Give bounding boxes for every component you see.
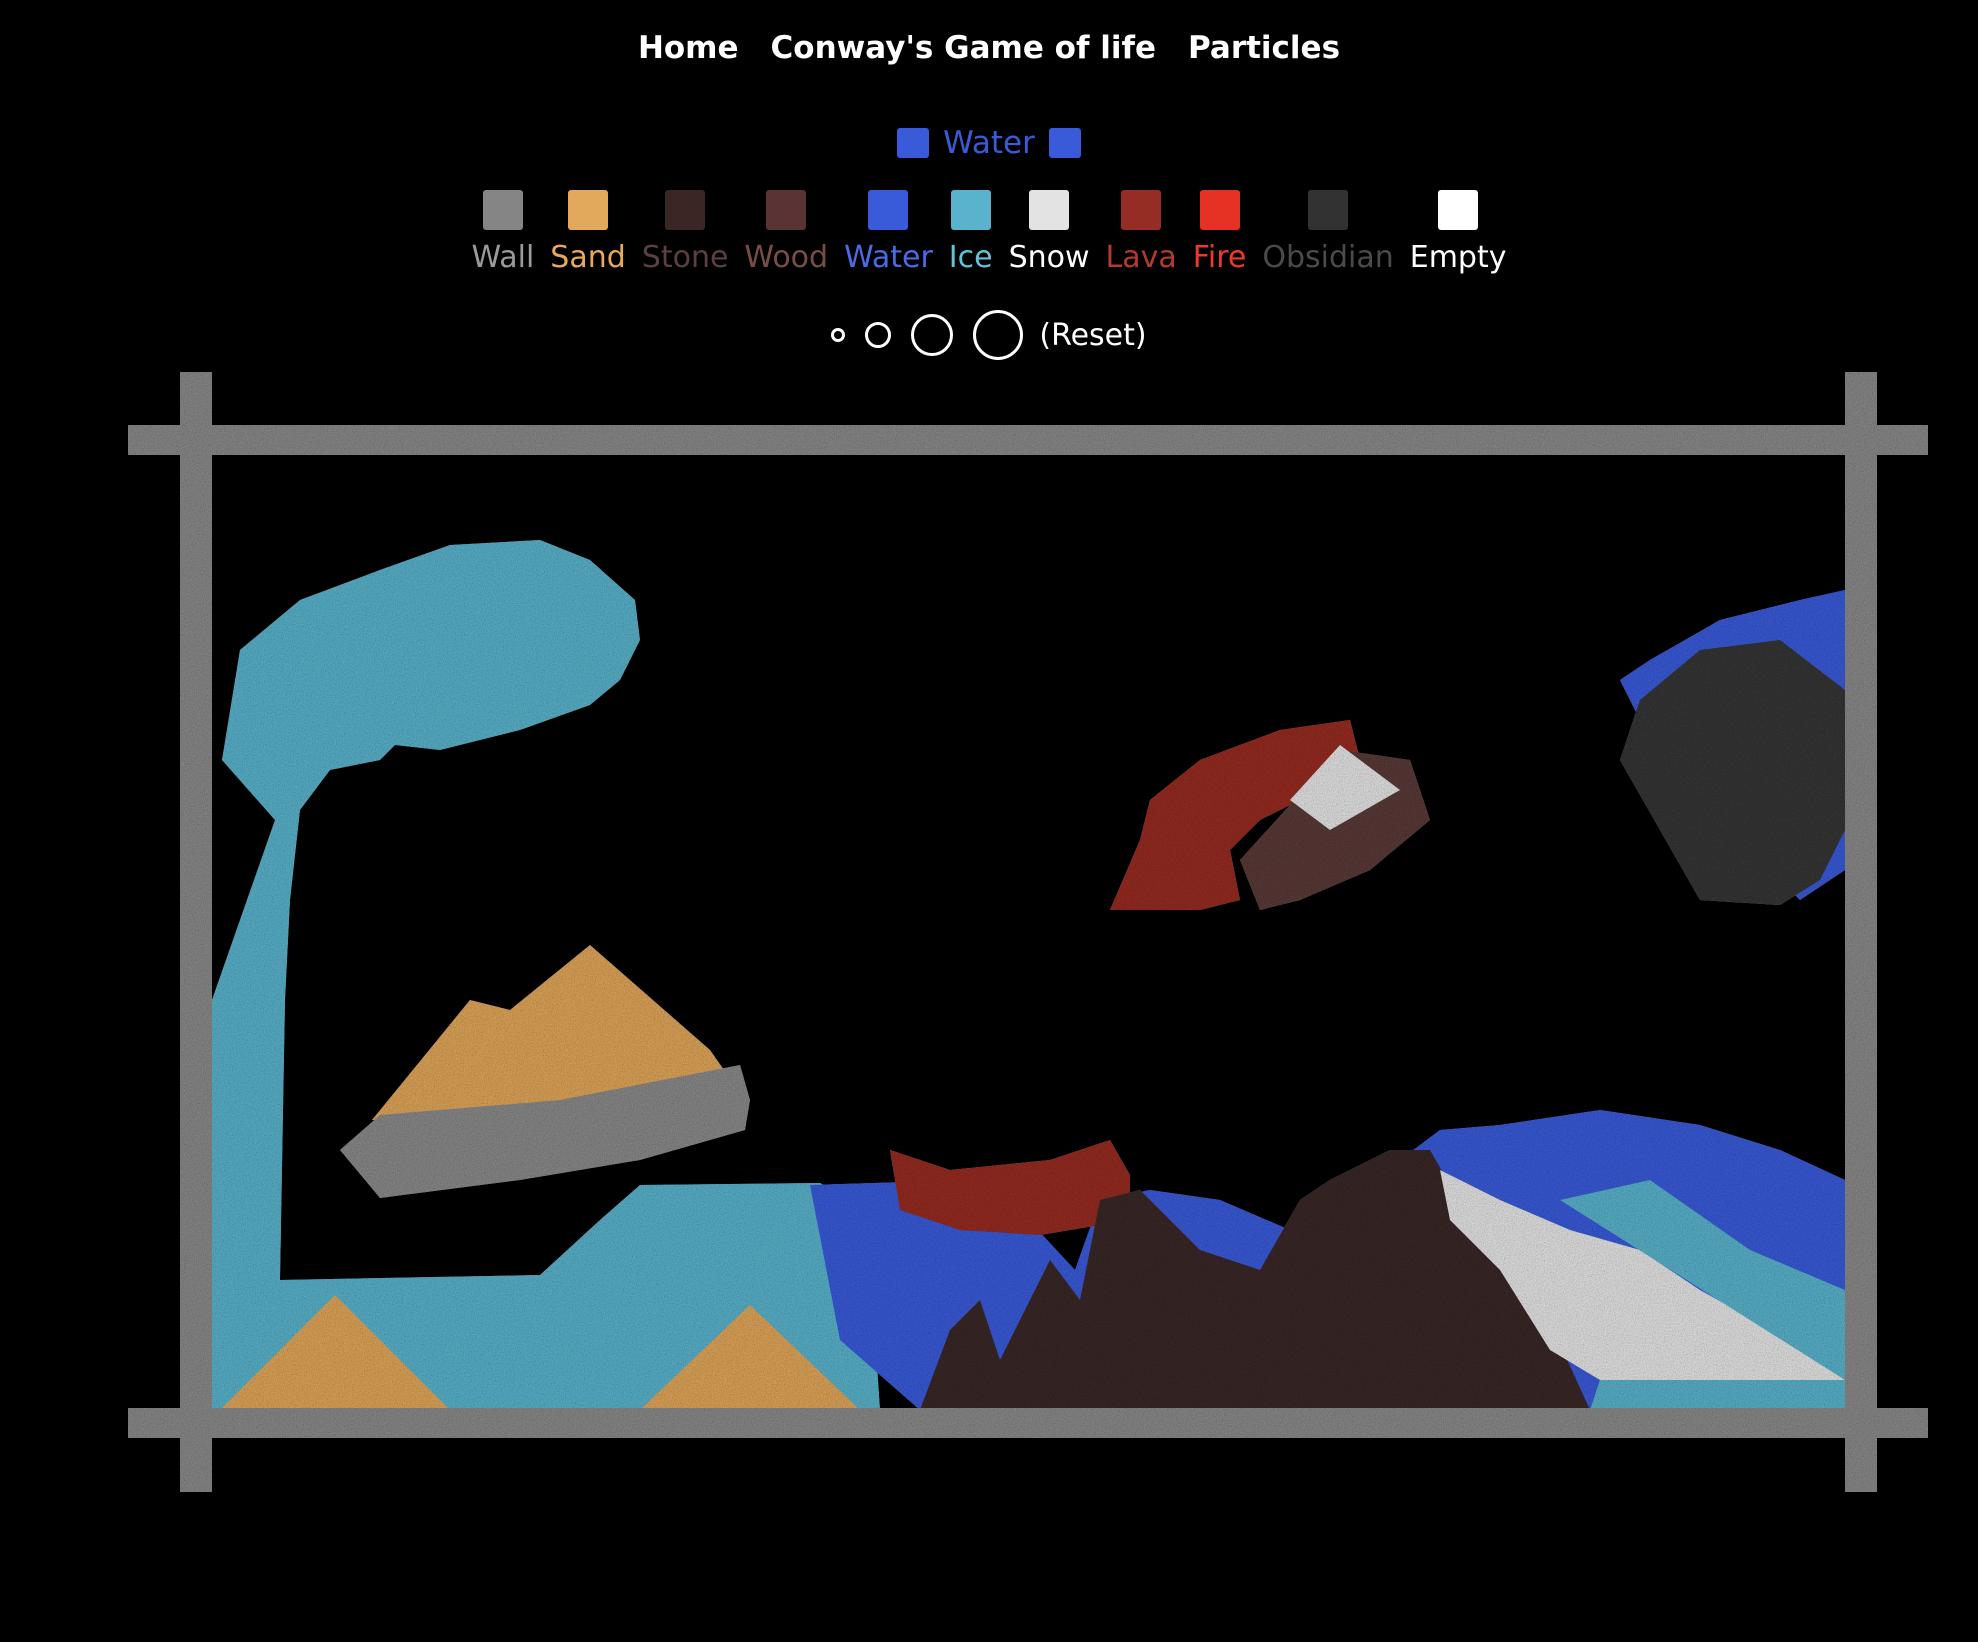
frame-bottom-bar	[128, 1408, 1928, 1438]
ice-formation	[212, 540, 880, 1410]
frame-top-bar	[128, 425, 1928, 455]
frame-left-post	[180, 372, 212, 1492]
frame-right-post	[1845, 372, 1877, 1492]
particle-canvas[interactable]	[0, 0, 1978, 1642]
